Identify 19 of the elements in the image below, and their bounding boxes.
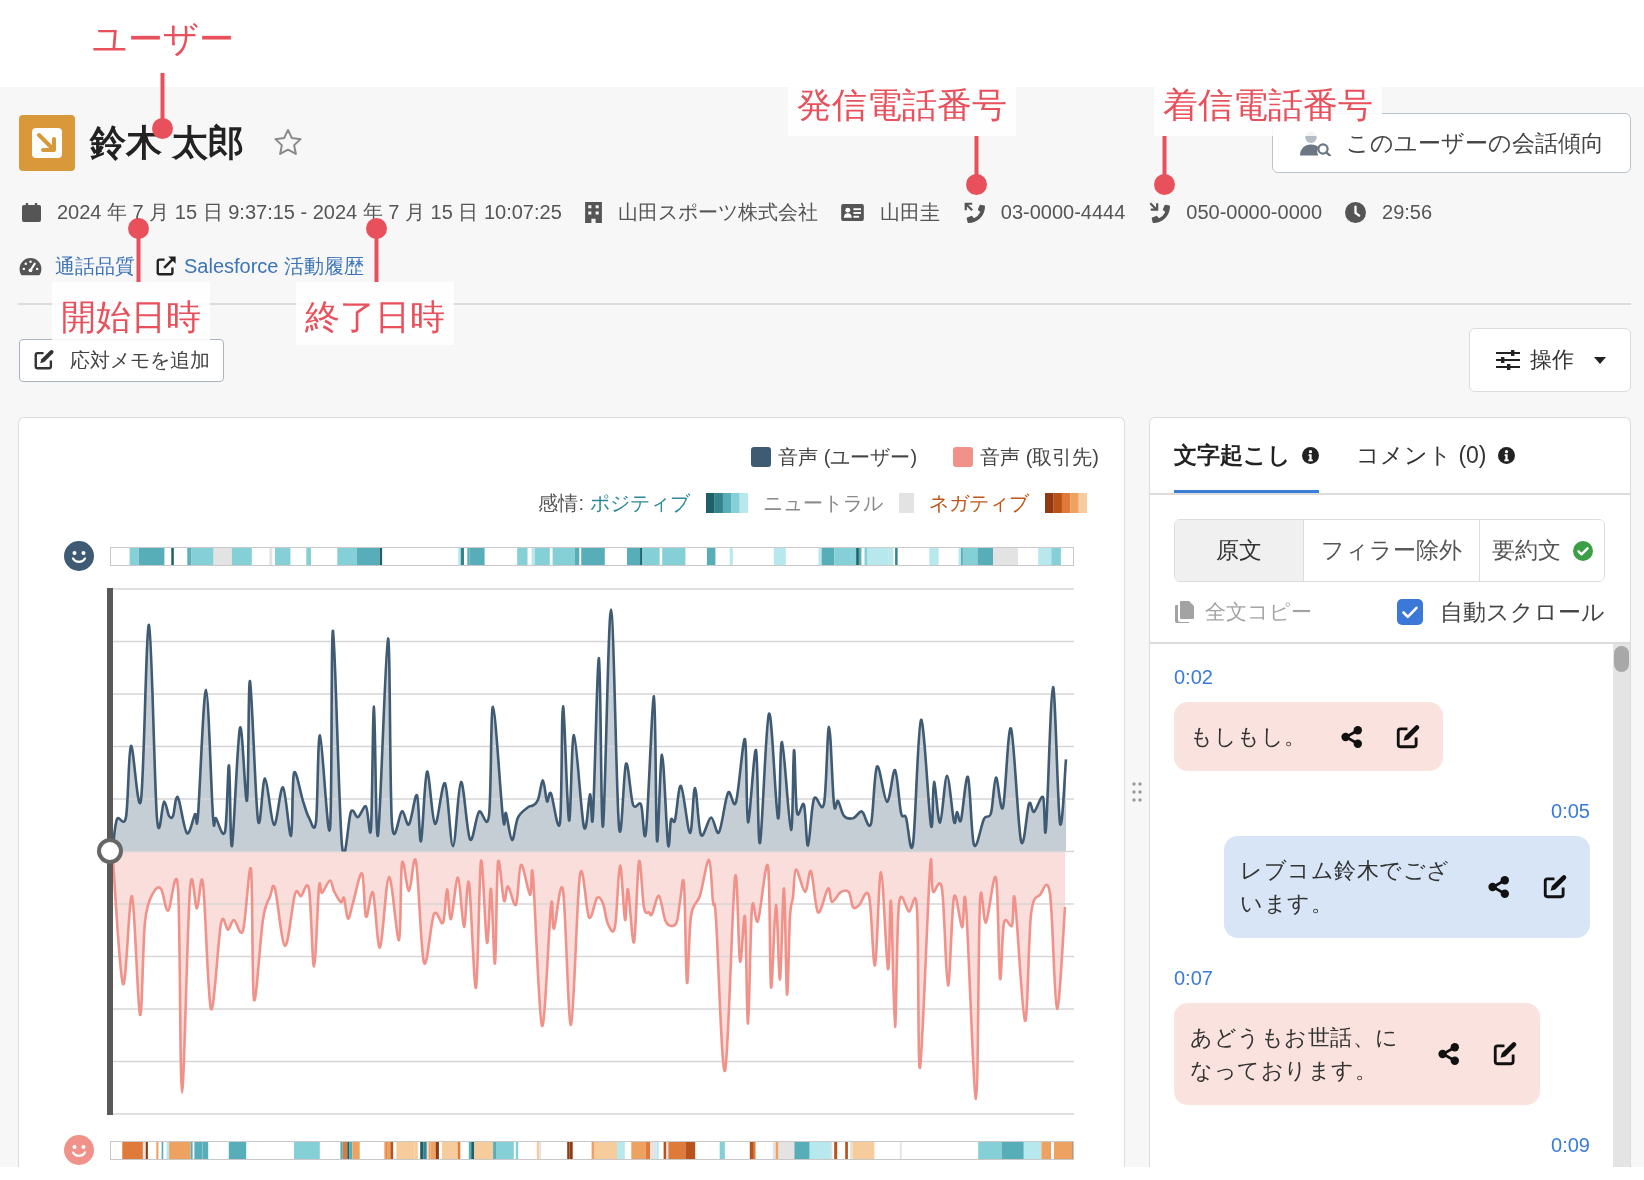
phone-number: 03-0000-4444 xyxy=(1000,200,1126,224)
message-text: レブコム鈴木でございます。 xyxy=(1240,857,1451,918)
message-text: あどうもお世話、になっております。 xyxy=(1190,1024,1400,1085)
legend-label: 音声 (取引先) xyxy=(980,445,1099,469)
company-name: 山田スポーツ株式会社 xyxy=(617,200,818,224)
legend-label: 音声 (ユーザー) xyxy=(778,445,918,469)
contact-name: 山田圭 xyxy=(879,200,940,224)
call-period: 2024 年 7 月 15 日 9:37:15 - 2024 年 7 月 15 日 10:07:25 xyxy=(57,200,562,224)
call-duration: 29:56 xyxy=(1382,200,1433,224)
user-name: 鈴木 太郎 xyxy=(90,121,244,165)
message-text: もしもし。 xyxy=(1190,723,1307,751)
legend-title: 感情: xyxy=(538,491,584,515)
legend-label: ポジティブ xyxy=(590,491,690,515)
annotation-label: 着信電話番号 xyxy=(1154,84,1382,136)
annotation-label: 終了日時 xyxy=(296,282,454,345)
annotation-label: 発信電話番号 xyxy=(788,84,1016,136)
phone-number: 050-0000-0000 xyxy=(1186,200,1322,224)
legend-label: ニュートラル xyxy=(763,491,883,515)
legend-label: ネガティブ xyxy=(929,491,1029,515)
